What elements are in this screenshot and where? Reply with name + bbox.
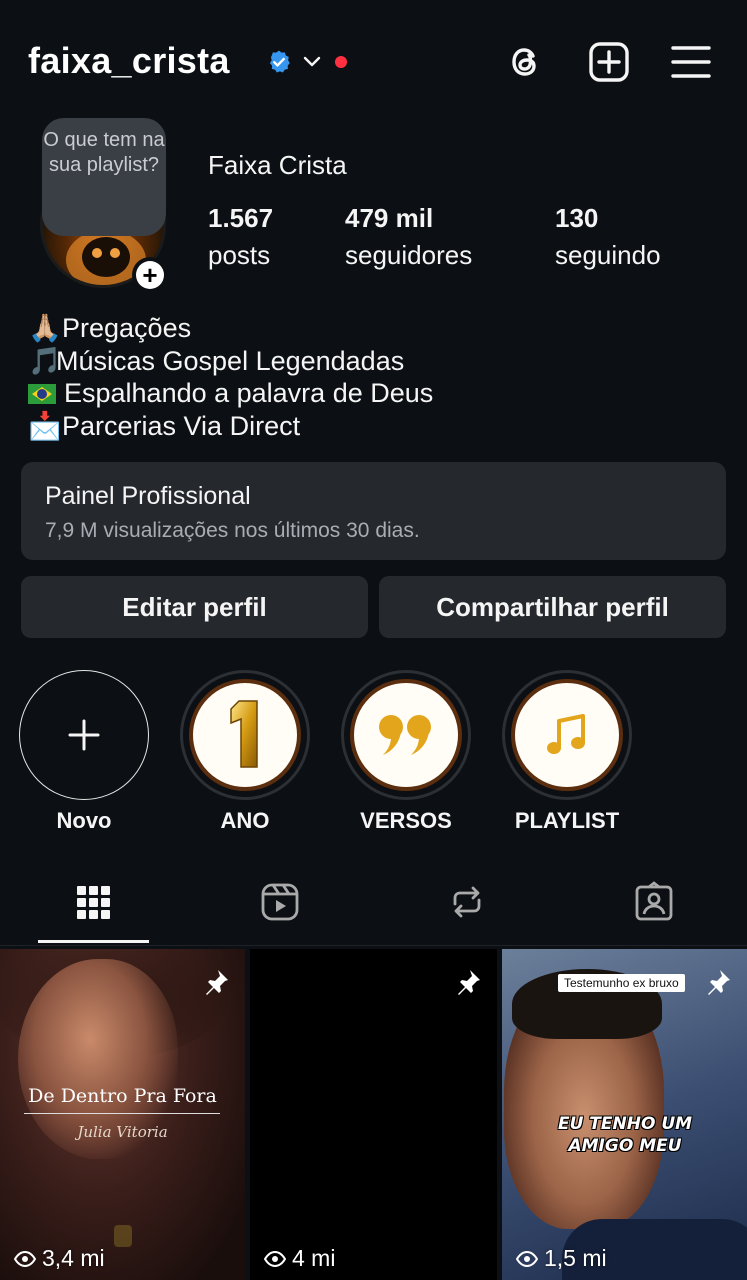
bio-line: 🎵Músicas Gospel Legendadas: [28, 345, 433, 378]
post-tile[interactable]: Testemunho ex bruxo EU TENHO UM AMIGO ME…: [502, 949, 747, 1280]
stat-posts-label: posts: [208, 240, 271, 270]
stat-following-label: seguindo: [555, 240, 661, 270]
eye-icon: [516, 1250, 538, 1267]
highlight-ano[interactable]: ANO: [180, 670, 310, 834]
stat-following[interactable]: 130 seguindo: [555, 200, 661, 274]
bio-text: Parcerias Via Direct: [62, 410, 301, 441]
post-tile[interactable]: 4 mi: [250, 949, 497, 1280]
verified-badge-icon: [269, 50, 290, 73]
reposts-tab-icon[interactable]: [445, 880, 489, 924]
threads-icon[interactable]: [503, 40, 547, 84]
highlight-label: PLAYLIST: [514, 808, 620, 833]
profile-header: faixa_crista: [0, 0, 747, 124]
quote-icon: [379, 715, 431, 755]
view-count-text: 4 mi: [292, 1245, 336, 1271]
highlight-playlist[interactable]: PLAYLIST: [502, 670, 632, 834]
gold-number-one-icon: [230, 700, 258, 768]
new-highlight-circle[interactable]: [19, 670, 149, 800]
stat-following-value: 130: [555, 203, 599, 233]
pin-icon: [206, 970, 228, 995]
post-subtitle: Julia Vitoria: [77, 1123, 168, 1141]
dashboard-title: Painel Profissional: [45, 482, 251, 510]
profile-note-bubble[interactable]: O que tem na sua playlist?: [42, 118, 166, 236]
display-name: Faixa Crista: [208, 150, 347, 180]
view-count: 3,4 mi: [14, 1245, 105, 1272]
pin-icon: [458, 970, 480, 995]
bio-text: Pregações: [62, 313, 192, 343]
bio-line: 🙏🏼Pregações: [28, 312, 433, 345]
menu-icon[interactable]: [669, 40, 713, 84]
profile-tabs: [0, 870, 747, 946]
bio-text: Espalhando a palavra de Deus: [64, 378, 434, 408]
highlight-cover: [350, 679, 462, 791]
plus-icon: +: [136, 261, 164, 289]
stat-posts[interactable]: 1.567 posts: [208, 200, 273, 274]
account-switch-chevron-icon[interactable]: [302, 54, 322, 70]
highlight-label: ANO: [220, 808, 270, 833]
post-tile[interactable]: De Dentro Pra Fora Julia Vitoria 3,4 mi: [0, 949, 245, 1280]
eye-icon: [14, 1250, 36, 1267]
dashboard-subtitle: 7,9 M visualizações nos últimos 30 dias.: [45, 519, 420, 542]
envelope-icon: 📩: [28, 410, 62, 441]
reels-tab-icon[interactable]: [258, 880, 302, 924]
music-note-icon: 🎵: [28, 345, 62, 376]
highlight-versos[interactable]: VERSOS: [341, 670, 471, 834]
brazil-flag-icon: [28, 384, 56, 404]
active-tab-indicator: [38, 940, 149, 943]
add-story-button[interactable]: +: [132, 257, 168, 293]
create-post-icon[interactable]: [587, 40, 631, 84]
post-tag-label: Testemunho ex bruxo: [558, 974, 685, 992]
post-title: De Dentro Pra Fora: [28, 1085, 217, 1107]
post-caption: EU TENHO UM AMIGO MEU: [557, 1114, 693, 1156]
professional-dashboard[interactable]: Painel Profissional 7,9 M visualizações …: [21, 462, 726, 560]
praying-hands-icon: 🙏🏼: [28, 313, 62, 343]
eye-icon: [264, 1250, 286, 1267]
stat-followers[interactable]: 479 mil seguidores: [345, 200, 472, 274]
tagged-tab-icon[interactable]: [632, 880, 676, 924]
edit-profile-button[interactable]: Editar perfil: [21, 576, 368, 638]
bio: 🙏🏼Pregações 🎵Músicas Gospel Legendadas E…: [28, 312, 433, 442]
highlight-ring: [341, 670, 471, 800]
highlight-cover: [189, 679, 301, 791]
username[interactable]: faixa_crista: [28, 40, 230, 82]
pin-icon: [708, 970, 730, 995]
view-count: 1,5 mi: [516, 1245, 607, 1272]
bio-text: Músicas Gospel Legendadas: [56, 345, 405, 376]
avatar-with-note[interactable]: O que tem na sua playlist? +: [40, 118, 168, 293]
view-count-text: 1,5 mi: [544, 1245, 607, 1271]
stat-posts-value: 1.567: [208, 203, 274, 233]
bio-line: 📩Parcerias Via Direct: [28, 410, 433, 443]
divider: [24, 1113, 220, 1114]
plus-icon: [68, 719, 100, 751]
share-profile-button[interactable]: Compartilhar perfil: [379, 576, 726, 638]
highlight-label: Novo: [56, 808, 112, 833]
notification-dot: [335, 56, 347, 68]
stat-followers-label: seguidores: [345, 240, 473, 270]
highlight-new[interactable]: Novo: [19, 670, 149, 834]
highlight-ring: [502, 670, 632, 800]
highlight-cover: [511, 679, 623, 791]
music-note-icon: [547, 714, 585, 754]
highlight-ring: [180, 670, 310, 800]
highlight-label: VERSOS: [360, 808, 452, 833]
bio-line: Espalhando a palavra de Deus: [28, 377, 433, 410]
watermark-logo: [114, 1225, 132, 1247]
view-count: 4 mi: [264, 1245, 335, 1272]
grid-tab-icon[interactable]: [71, 880, 115, 924]
view-count-text: 3,4 mi: [42, 1245, 105, 1271]
stat-followers-value: 479 mil: [345, 203, 434, 233]
